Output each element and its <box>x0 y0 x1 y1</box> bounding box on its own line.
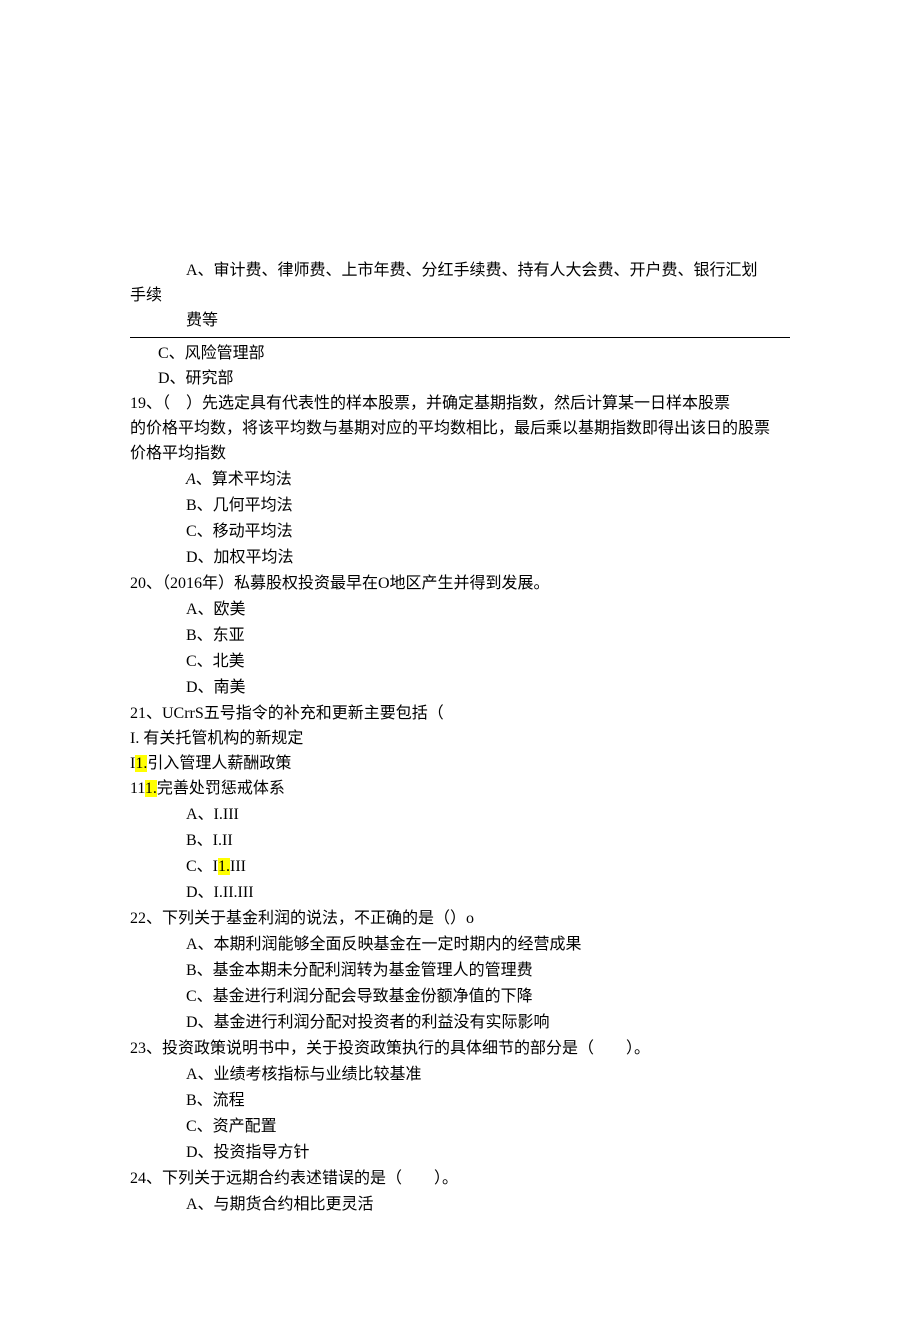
q21-option-c-pre: C、I <box>186 858 218 875</box>
post-hr-option-c: C、风险管理部 <box>130 342 790 366</box>
q21-option-c-post: III <box>230 858 246 875</box>
q23-option-a: A、业绩考核指标与业绩比较基准 <box>130 1063 790 1087</box>
post-hr-option-d: D、研究部 <box>130 367 790 391</box>
q19-option-a-text: 、算术平均法 <box>196 471 292 488</box>
q19-stem-line1: 19、（ ）先选定具有代表性的样本股票，并确定基期指数，然后计算某一日样本股票 <box>130 392 790 416</box>
q20-option-b: B、东亚 <box>130 624 790 648</box>
q20-option-a: A、欧美 <box>130 598 790 622</box>
q22-option-d: D、基金进行利润分配对投资者的利益没有实际影响 <box>130 1011 790 1035</box>
q20-option-c: C、北美 <box>130 650 790 674</box>
q19-stem-line2: 的价格平均数，将该平均数与基期对应的平均数相比，最后乘以基期指数即得出该日的股票 <box>130 417 790 441</box>
q20-stem: 20、（2016年）私募股权投资最早在O地区产生并得到发展。 <box>130 572 790 596</box>
q21-stem: 21、UCrrS五号指令的补充和更新主要包括（ <box>130 702 790 726</box>
horizontal-rule <box>130 337 790 338</box>
pre-hr-option-a-line2: 费等 <box>130 309 790 333</box>
q19-option-a: A、算术平均法 <box>130 468 790 492</box>
q21-sub3-pre: 11 <box>130 780 145 797</box>
q22-option-c: C、基金进行利润分配会导致基金份额净值的下降 <box>130 985 790 1009</box>
q21-sub1: I. 有关托管机构的新规定 <box>130 727 790 751</box>
q21-sub2-highlight: 1. <box>135 755 147 772</box>
q23-stem: 23、投资政策说明书中，关于投资政策执行的具体细节的部分是（ ）。 <box>130 1037 790 1061</box>
q21-sub3: 111.完善处罚惩戒体系 <box>130 777 790 801</box>
q21-option-c-highlight: 1. <box>218 858 230 875</box>
q20-option-d: D、南美 <box>130 676 790 700</box>
pre-hr-option-a-line1: A、审计费、律师费、上市年费、分红手续费、持有人大会费、开户费、银行汇划 <box>130 259 790 283</box>
q21-sub3-highlight: 1. <box>145 780 157 797</box>
q24-stem: 24、下列关于远期合约表述错误的是（ ）。 <box>130 1167 790 1191</box>
q19-option-c: C、移动平均法 <box>130 520 790 544</box>
q23-option-c: C、资产配置 <box>130 1115 790 1139</box>
q23-option-b: B、流程 <box>130 1089 790 1113</box>
q21-option-c: C、I1.III <box>130 855 790 879</box>
q22-option-a: A、本期利润能够全面反映基金在一定时期内的经营成果 <box>130 933 790 957</box>
q21-sub3-post: 完善处罚惩戒体系 <box>157 780 285 797</box>
q21-option-b: B、I.II <box>130 829 790 853</box>
q21-sub2: I1.引入管理人薪酬政策 <box>130 752 790 776</box>
pre-hr-hand-cont: 手续 <box>130 284 790 308</box>
q19-option-b: B、几何平均法 <box>130 494 790 518</box>
q22-stem: 22、下列关于基金利润的说法，不正确的是（）o <box>130 907 790 931</box>
q23-option-d: D、投资指导方针 <box>130 1141 790 1165</box>
q19-stem-line3: 价格平均指数 <box>130 442 790 466</box>
q19-option-a-letter: A <box>186 471 196 488</box>
q21-option-a: A、I.III <box>130 803 790 827</box>
q21-sub2-post: 引入管理人薪酬政策 <box>147 755 291 772</box>
q19-option-d: D、加权平均法 <box>130 546 790 570</box>
q24-option-a: A、与期货合约相比更灵活 <box>130 1193 790 1217</box>
q21-option-d: D、I.II.III <box>130 881 790 905</box>
q22-option-b: B、基金本期未分配利润转为基金管理人的管理费 <box>130 959 790 983</box>
